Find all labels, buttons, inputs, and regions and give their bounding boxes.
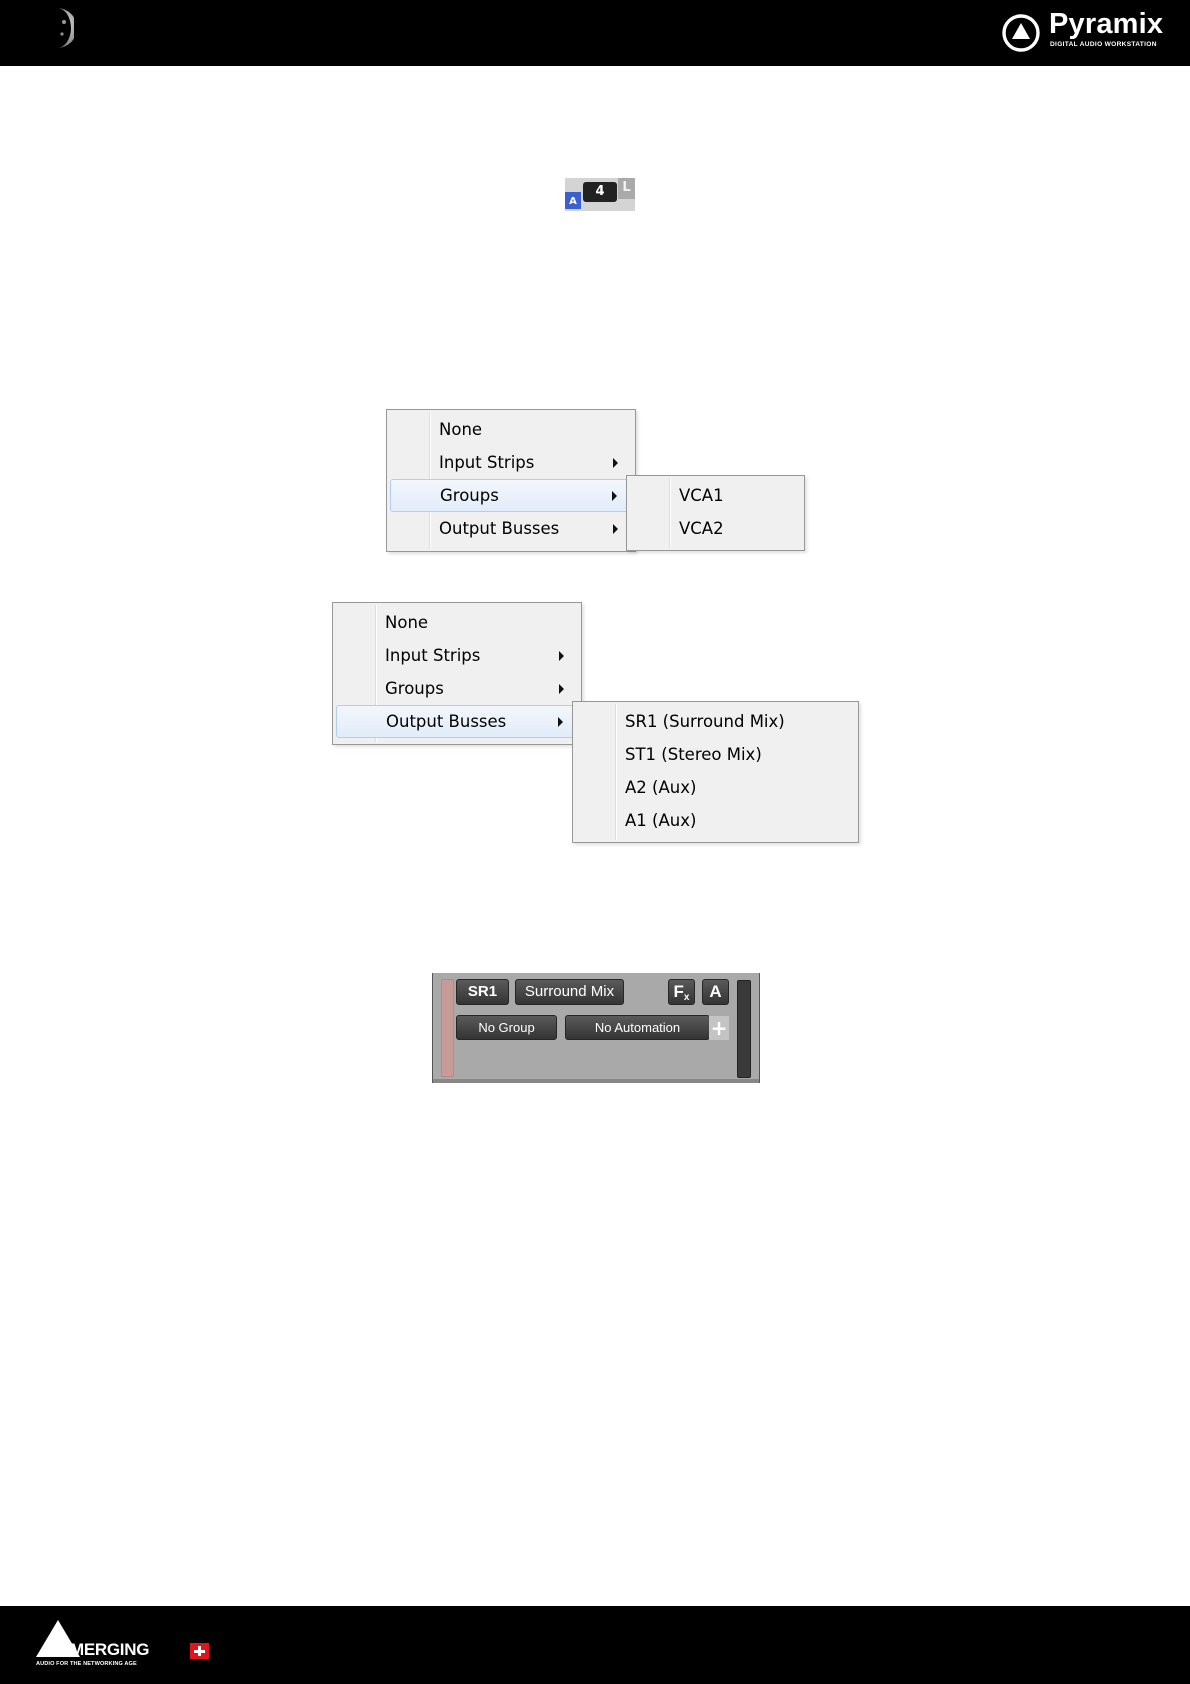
menu-item-label: None: [385, 613, 429, 632]
menu-item-vca1[interactable]: VCA1: [627, 479, 804, 512]
menu-item-st1[interactable]: ST1 (Stereo Mix): [573, 738, 858, 771]
menu-item-label: Output Busses: [439, 519, 560, 538]
channel-side-label: L: [618, 178, 635, 199]
strip-bottom-edge: [433, 1079, 759, 1083]
menu-item-input-strips[interactable]: Input Strips: [333, 639, 581, 672]
channel-number-widget: A 4 L: [565, 178, 635, 211]
submenu-arrow-icon: [613, 458, 618, 468]
menu-item-sr1[interactable]: SR1 (Surround Mix): [573, 705, 858, 738]
fx-label: F: [673, 982, 684, 1001]
menu-item-groups[interactable]: Groups: [333, 672, 581, 705]
menu-item-input-strips[interactable]: Input Strips: [387, 446, 635, 479]
automation-indicator[interactable]: A: [565, 192, 581, 209]
submenu-arrow-icon: [613, 524, 618, 534]
menu-item-label: Groups: [385, 679, 444, 698]
moon-icon: [57, 8, 74, 48]
company-tagline: AUDIO FOR THE NETWORKING AGE: [36, 1661, 137, 1667]
automation-select-button[interactable]: No Automation: [565, 1015, 710, 1040]
brand-subtitle: DIGITAL AUDIO WORKSTATION: [1050, 41, 1157, 48]
company-name: MERGING: [70, 1640, 150, 1659]
menu-item-a2[interactable]: A2 (Aux): [573, 771, 858, 804]
fx-subscript: x: [683, 992, 690, 1003]
group-select-button[interactable]: No Group: [456, 1015, 557, 1040]
add-button[interactable]: +: [709, 1016, 729, 1040]
bus-id-button[interactable]: SR1: [456, 979, 509, 1005]
menu-item-vca2[interactable]: VCA2: [627, 512, 804, 545]
menu-item-label: Groups: [440, 486, 499, 505]
menu-item-none[interactable]: None: [387, 413, 635, 446]
menu-item-label: Input Strips: [385, 646, 481, 665]
assign-menu-busses: None Input Strips Groups Output Busses: [332, 602, 582, 745]
menu-item-output-busses[interactable]: Output Busses: [387, 512, 635, 545]
menu-item-label: None: [439, 420, 483, 439]
submenu-arrow-icon: [612, 491, 617, 501]
mixer-strip-header: SR1 Surround Mix Fx A No Group No Automa…: [432, 973, 760, 1083]
groups-submenu: VCA1 VCA2: [626, 475, 805, 551]
pyramix-logo: Pyramix DIGITAL AUDIO WORKSTATION: [1001, 8, 1173, 56]
fx-button[interactable]: Fx: [668, 979, 695, 1005]
submenu-arrow-icon: [558, 717, 563, 727]
busses-submenu: SR1 (Surround Mix) ST1 (Stereo Mix) A2 (…: [572, 701, 859, 843]
menu-item-groups[interactable]: Groups: [390, 479, 632, 512]
strip-scrollbar[interactable]: [737, 980, 751, 1078]
assign-menu-groups: None Input Strips Groups Output Busses: [386, 409, 636, 552]
menu-item-label: Output Busses: [386, 712, 507, 731]
menu-item-label: VCA1: [679, 486, 724, 505]
brand-title: Pyramix: [1049, 8, 1164, 40]
pyramix-triangle-icon: [1002, 14, 1040, 52]
menu-item-label: A1 (Aux): [625, 811, 697, 830]
menu-item-a1[interactable]: A1 (Aux): [573, 804, 858, 837]
page-header: Pyramix DIGITAL AUDIO WORKSTATION: [0, 0, 1190, 66]
menu-item-none[interactable]: None: [333, 606, 581, 639]
menu-item-label: A2 (Aux): [625, 778, 697, 797]
menu-item-label: ST1 (Stereo Mix): [625, 745, 762, 764]
menu-item-label: VCA2: [679, 519, 724, 538]
menu-item-output-busses[interactable]: Output Busses: [336, 705, 578, 738]
menu-item-label: Input Strips: [439, 453, 535, 472]
automation-button[interactable]: A: [702, 979, 729, 1005]
submenu-arrow-icon: [559, 651, 564, 661]
channel-number-button[interactable]: 4: [583, 182, 617, 202]
menu-item-label: SR1 (Surround Mix): [625, 712, 785, 731]
swiss-cross-icon: [190, 1643, 209, 1659]
submenu-arrow-icon: [559, 684, 564, 694]
merging-logo: MERGING AUDIO FOR THE NETWORKING AGE: [36, 1620, 226, 1670]
page-footer: MERGING AUDIO FOR THE NETWORKING AGE: [0, 1606, 1190, 1684]
strip-color-bar: [441, 979, 454, 1077]
bus-name-button[interactable]: Surround Mix: [515, 979, 624, 1005]
